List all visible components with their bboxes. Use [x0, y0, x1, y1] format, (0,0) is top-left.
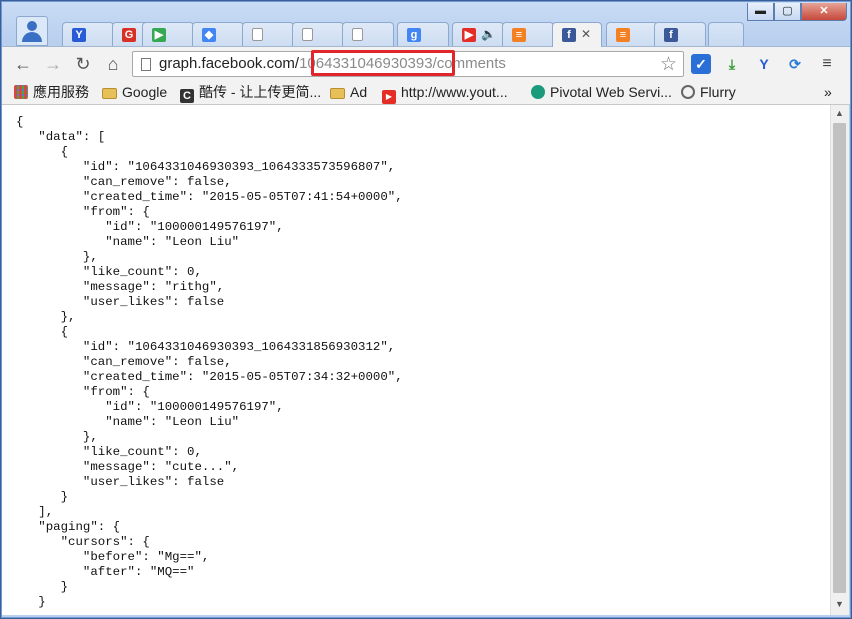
- google-icon: g: [407, 28, 421, 42]
- url-domain: graph.facebook.com/: [159, 55, 300, 72]
- stackoverflow-icon: ≡: [616, 28, 630, 42]
- flurry-icon: [681, 85, 695, 99]
- page-icon: [141, 58, 151, 71]
- facebook-icon: f: [562, 28, 576, 42]
- bookmark-flurry[interactable]: Flurry: [681, 83, 736, 101]
- y-combinator-icon: Y: [72, 28, 86, 42]
- facebook-icon: f: [664, 28, 678, 42]
- stackoverflow-icon: ≡: [512, 28, 526, 42]
- bookmark-label: Ad: [350, 84, 368, 100]
- youtube-icon: ▶: [462, 28, 476, 42]
- scroll-thumb[interactable]: [833, 123, 846, 593]
- bookmark-pivotal[interactable]: Pivotal Web Servi...: [531, 83, 672, 101]
- bookmark-label: http://www.yout...: [401, 84, 508, 100]
- browser-window: Y G ▶ ◆ g ▶ 🔈 ≡ f ✕ ≡ f ▬ ▢ ✕ ← → ↻ ⌂ graph.faceboo…: [0, 0, 852, 619]
- tab[interactable]: ◆: [192, 22, 244, 46]
- forward-button[interactable]: →: [42, 54, 64, 74]
- menu-icon[interactable]: ≡: [817, 54, 837, 74]
- bookmark-apps[interactable]: 應用服務: [14, 83, 89, 101]
- tab[interactable]: [342, 22, 394, 46]
- new-tab-button[interactable]: [708, 22, 744, 46]
- page-content: { "data": [ { "id": "1064331046930393_10…: [2, 105, 830, 615]
- c-logo-icon: C: [180, 89, 194, 103]
- bookmark-label: Flurry: [700, 84, 736, 100]
- tab[interactable]: Y: [62, 22, 114, 46]
- bookmark-google[interactable]: Google: [102, 83, 167, 101]
- bookmark-label: 酷传 - 让上传更简...: [199, 84, 322, 100]
- folder-icon: [102, 88, 117, 99]
- minimize-button[interactable]: ▬: [747, 3, 774, 21]
- tab[interactable]: [242, 22, 294, 46]
- bookmark-label: 應用服務: [33, 84, 89, 100]
- bookmark-label: Pivotal Web Servi...: [550, 84, 672, 100]
- highlight-box: [311, 50, 455, 76]
- bookmark-star-icon[interactable]: ☆: [660, 53, 677, 76]
- address-bar[interactable]: graph.facebook.com/1064331046930393/comm…: [132, 50, 684, 77]
- bookmarks-overflow-button[interactable]: »: [824, 83, 832, 101]
- page-icon: [352, 28, 363, 41]
- json-response-text: { "data": [ { "id": "1064331046930393_10…: [16, 115, 403, 609]
- maximize-button[interactable]: ▢: [774, 3, 801, 21]
- browser-toolbar: ← → ↻ ⌂ graph.facebook.com/1064331046930…: [2, 46, 850, 81]
- bookmark-label: Google: [122, 84, 168, 100]
- tab-strip: Y G ▶ ◆ g ▶ 🔈 ≡ f ✕ ≡ f ▬ ▢ ✕: [2, 2, 850, 47]
- bookmark-ad[interactable]: Ad: [330, 83, 367, 101]
- home-button[interactable]: ⌂: [102, 54, 124, 74]
- close-tab-icon[interactable]: ✕: [581, 27, 591, 41]
- tab[interactable]: g: [397, 22, 449, 46]
- tab[interactable]: ≡: [502, 22, 554, 46]
- vertical-scrollbar[interactable]: ▲ ▼: [830, 105, 849, 615]
- scroll-down-arrow-icon[interactable]: ▼: [835, 599, 844, 609]
- tab[interactable]: ▶ 🔈: [452, 22, 504, 46]
- youtube-icon: ▶: [382, 90, 396, 104]
- colored-logo-icon: ◆: [202, 28, 216, 42]
- browser-frame: Y G ▶ ◆ g ▶ 🔈 ≡ f ✕ ≡ f ▬ ▢ ✕ ← → ↻ ⌂ graph.faceboo…: [2, 2, 850, 617]
- close-window-button[interactable]: ✕: [801, 3, 847, 21]
- profile-avatar-icon[interactable]: [16, 16, 48, 46]
- tab-active[interactable]: f ✕: [552, 22, 602, 47]
- bookmark-kuchuan[interactable]: C 酷传 - 让上传更简...: [180, 83, 322, 103]
- tab[interactable]: f: [654, 22, 706, 46]
- back-button[interactable]: ←: [12, 54, 34, 74]
- audio-icon[interactable]: 🔈: [481, 27, 496, 41]
- folder-icon: [330, 88, 345, 99]
- bookmarks-bar: 應用服務 Google C 酷传 - 让上传更简... Ad ▶ http://ww…: [2, 80, 850, 105]
- bookmark-youtube[interactable]: ▶ http://www.yout...: [382, 83, 508, 104]
- page-icon: [252, 28, 263, 41]
- page-icon: [302, 28, 313, 41]
- reload-button[interactable]: ↻: [72, 54, 94, 74]
- y-extension-icon[interactable]: Y: [754, 54, 774, 74]
- check-extension-icon[interactable]: ✓: [691, 54, 711, 74]
- apps-grid-icon: [14, 85, 28, 99]
- tab[interactable]: ▶: [142, 22, 194, 46]
- scroll-up-arrow-icon[interactable]: ▲: [835, 108, 844, 118]
- tab[interactable]: [292, 22, 344, 46]
- sync-extension-icon[interactable]: ⟳: [785, 54, 805, 74]
- pivotal-icon: [531, 85, 545, 99]
- play-store-icon: ▶: [152, 28, 166, 42]
- red-logo-icon: G: [122, 28, 136, 42]
- tab[interactable]: ≡: [606, 22, 658, 46]
- download-extension-icon[interactable]: ⤓: [722, 54, 742, 74]
